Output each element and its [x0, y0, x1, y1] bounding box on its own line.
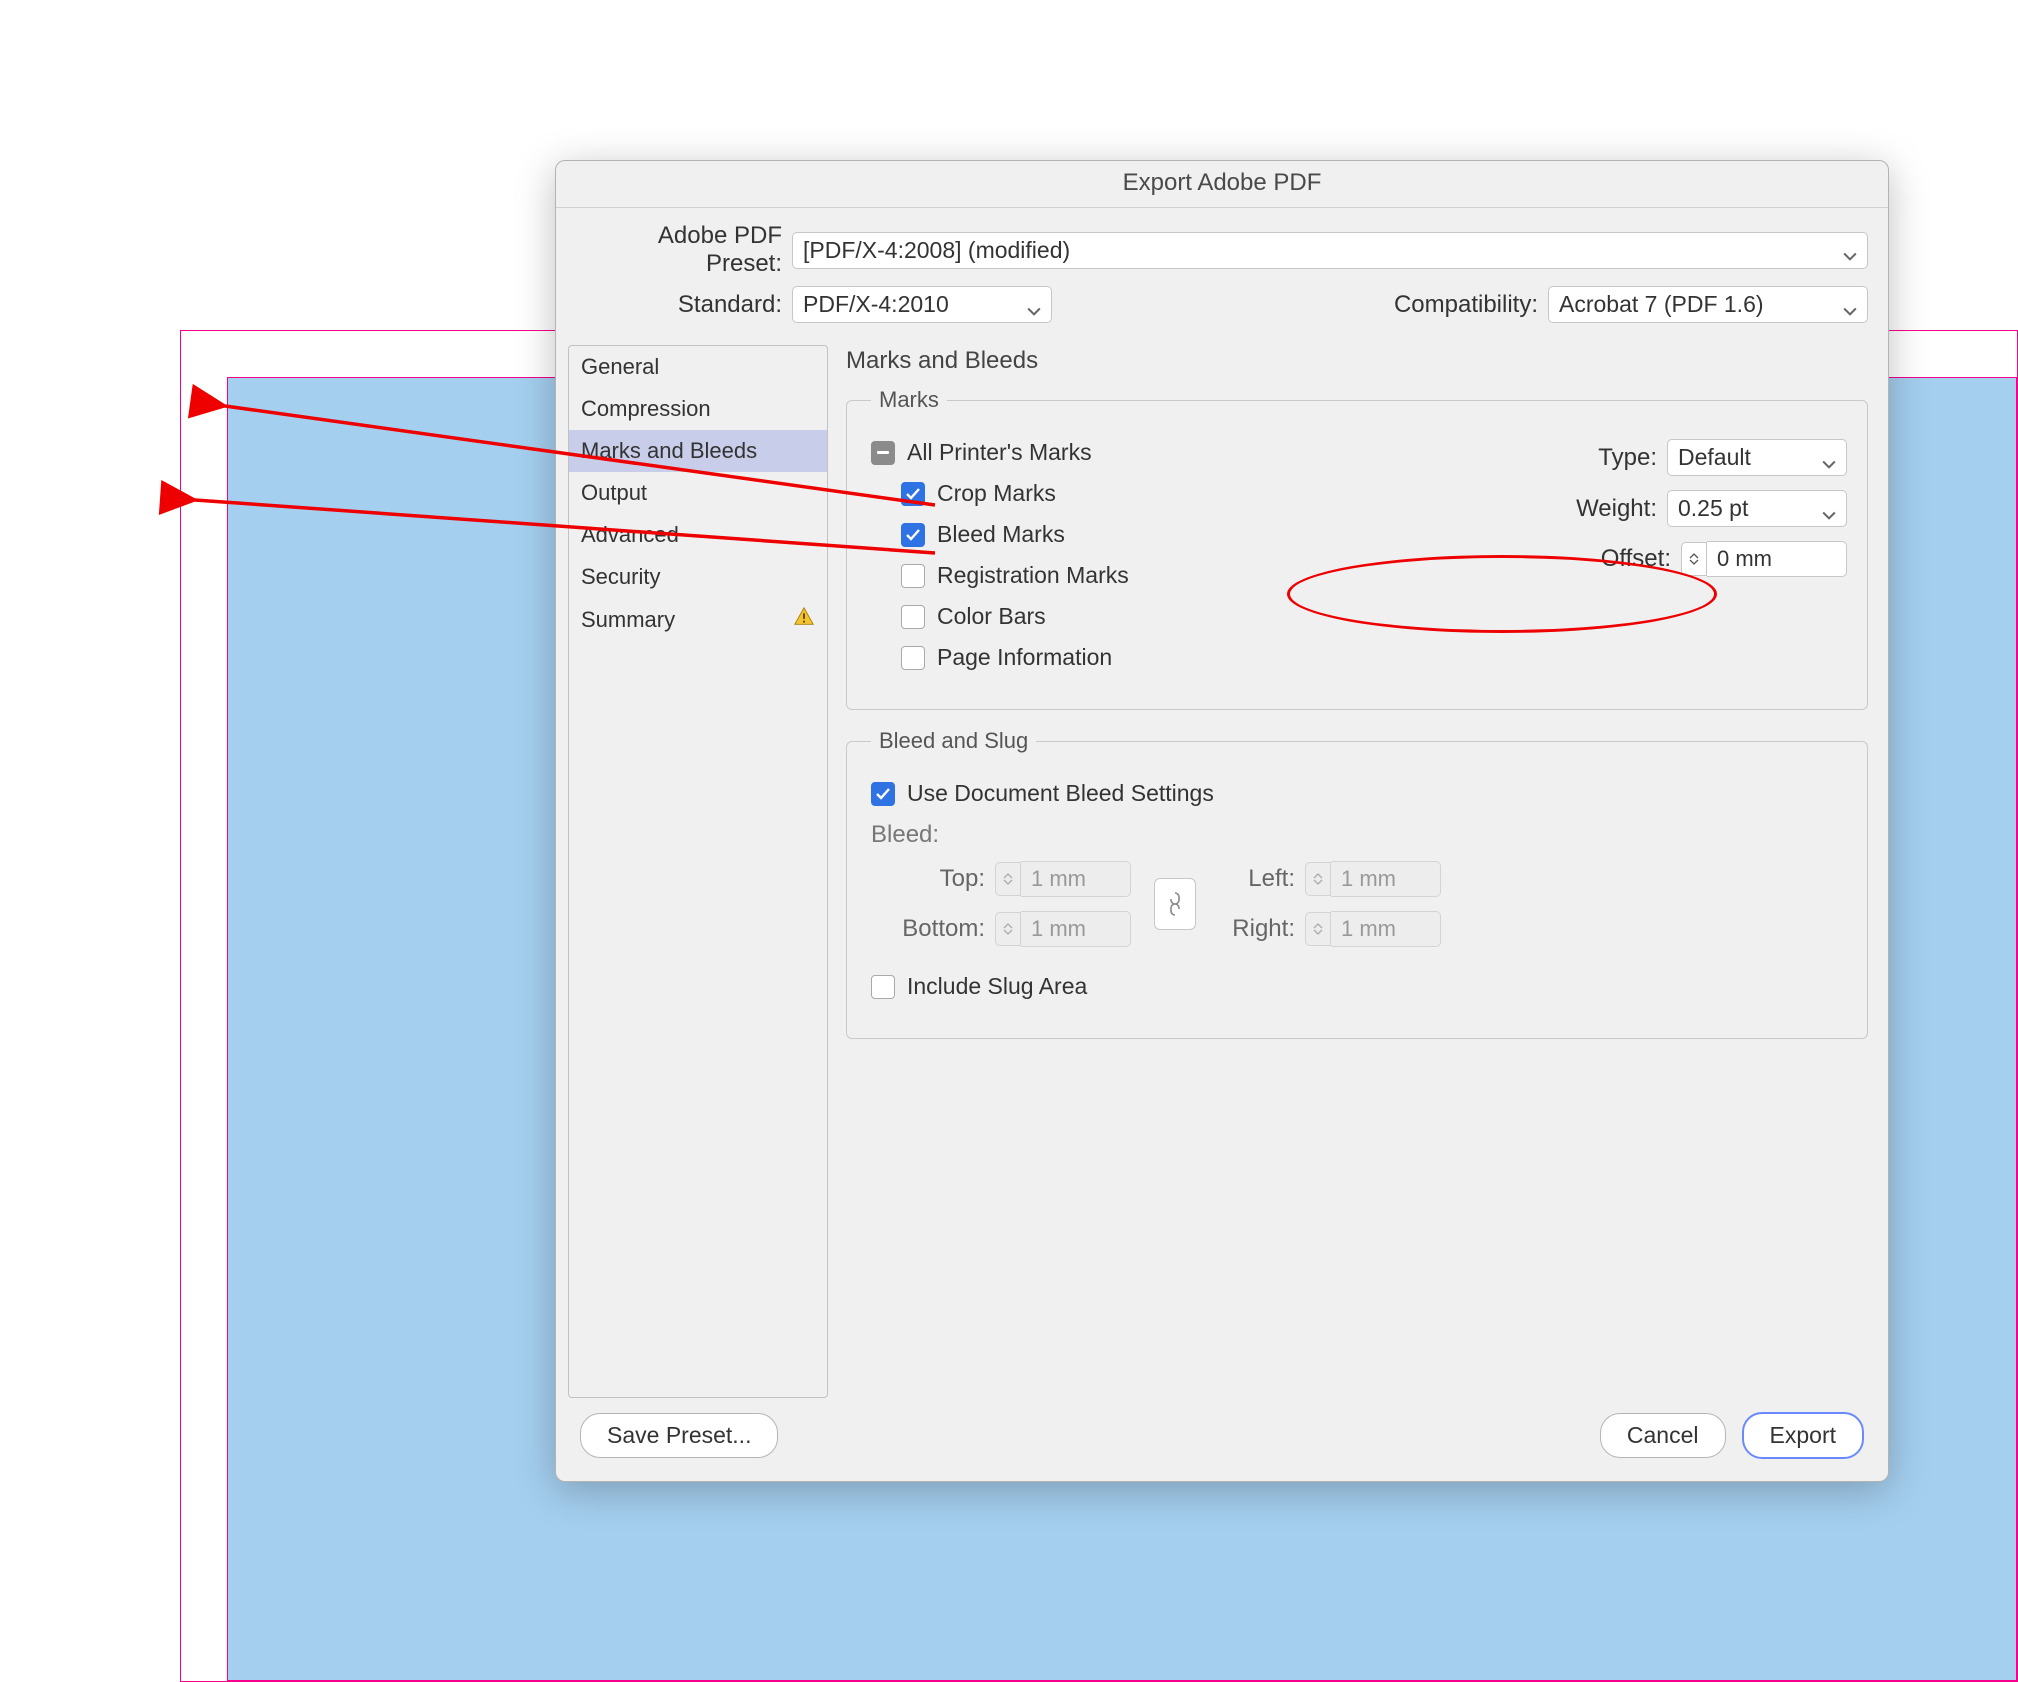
- category-sidebar: General Compression Marks and Bleeds Out…: [568, 345, 828, 1398]
- marks-legend: Marks: [871, 387, 947, 413]
- sidebar-item-label: Compression: [581, 396, 711, 422]
- color-bars-label: Color Bars: [937, 603, 1046, 630]
- bleed-top-stepper: 1 mm: [995, 861, 1145, 897]
- crop-marks-checkbox[interactable]: [901, 482, 925, 506]
- bleed-bottom-stepper: 1 mm: [995, 911, 1145, 947]
- sidebar-item-security[interactable]: Security: [569, 556, 827, 598]
- compat-dropdown[interactable]: Acrobat 7 (PDF 1.6): [1548, 286, 1868, 323]
- chevron-down-icon: [1027, 298, 1041, 312]
- sidebar-item-marks-bleeds[interactable]: Marks and Bleeds: [569, 430, 827, 472]
- save-preset-button[interactable]: Save Preset...: [580, 1413, 778, 1458]
- crop-marks-label: Crop Marks: [937, 480, 1056, 507]
- preset-dropdown[interactable]: [PDF/X-4:2008] (modified): [792, 232, 1868, 269]
- bleed-bottom-value: 1 mm: [1021, 911, 1131, 947]
- stepper-arrows-icon: [1305, 912, 1331, 946]
- bleed-link-toggle: [1145, 878, 1205, 930]
- weight-value: 0.25 pt: [1678, 495, 1748, 522]
- bleed-marks-label: Bleed Marks: [937, 521, 1065, 548]
- bleed-right-label: Right:: [1205, 915, 1305, 943]
- sidebar-item-label: Marks and Bleeds: [581, 438, 757, 464]
- cancel-button[interactable]: Cancel: [1600, 1413, 1726, 1458]
- dialog-footer: Save Preset... Cancel Export: [556, 1398, 1888, 1481]
- export-button[interactable]: Export: [1742, 1412, 1864, 1459]
- compat-label: Compatibility:: [1394, 291, 1538, 319]
- bleed-slug-group: Bleed and Slug Use Document Bleed Settin…: [846, 728, 1868, 1039]
- sidebar-item-summary[interactable]: Summary: [569, 598, 827, 642]
- bleed-heading: Bleed:: [871, 821, 1847, 849]
- all-printer-marks-checkbox[interactable]: [871, 441, 895, 465]
- bleed-right-value: 1 mm: [1331, 911, 1441, 947]
- sidebar-item-compression[interactable]: Compression: [569, 388, 827, 430]
- type-label: Type:: [1598, 444, 1657, 472]
- compat-value: Acrobat 7 (PDF 1.6): [1559, 291, 1764, 318]
- bleed-top-label: Top:: [875, 865, 995, 893]
- weight-label: Weight:: [1576, 495, 1657, 523]
- chevron-down-icon: [1843, 243, 1857, 257]
- export-pdf-dialog: Export Adobe PDF Adobe PDF Preset: [PDF/…: [555, 160, 1889, 1482]
- panel-title: Marks and Bleeds: [846, 347, 1868, 375]
- type-value: Default: [1678, 444, 1751, 471]
- registration-marks-label: Registration Marks: [937, 562, 1129, 589]
- marks-group: Marks All Printer's Marks Crop Marks: [846, 387, 1868, 710]
- stepper-arrows-icon: [995, 862, 1021, 896]
- dialog-title: Export Adobe PDF: [556, 161, 1888, 208]
- page-info-checkbox[interactable]: [901, 646, 925, 670]
- bleed-bottom-label: Bottom:: [875, 915, 995, 943]
- bleed-right-stepper: 1 mm: [1305, 911, 1455, 947]
- bleed-left-value: 1 mm: [1331, 861, 1441, 897]
- marks-and-bleeds-panel: Marks and Bleeds Marks All Printer's Mar…: [846, 345, 1868, 1398]
- sidebar-item-general[interactable]: General: [569, 346, 827, 388]
- preset-value: [PDF/X-4:2008] (modified): [803, 237, 1070, 264]
- standard-dropdown[interactable]: PDF/X-4:2010: [792, 286, 1052, 323]
- bleed-top-value: 1 mm: [1021, 861, 1131, 897]
- sidebar-item-label: Output: [581, 480, 647, 506]
- warning-icon: [793, 606, 815, 634]
- registration-marks-checkbox[interactable]: [901, 564, 925, 588]
- dialog-top-fields: Adobe PDF Preset: [PDF/X-4:2008] (modifi…: [556, 208, 1888, 341]
- use-doc-bleed-checkbox[interactable]: [871, 782, 895, 806]
- link-icon: [1165, 890, 1185, 918]
- bleed-slug-legend: Bleed and Slug: [871, 728, 1036, 754]
- type-dropdown[interactable]: Default: [1667, 439, 1847, 476]
- sidebar-item-label: Summary: [581, 607, 675, 633]
- sidebar-item-label: Advanced: [581, 522, 679, 548]
- bleed-marks-checkbox[interactable]: [901, 523, 925, 547]
- bleed-left-stepper: 1 mm: [1305, 861, 1455, 897]
- color-bars-checkbox[interactable]: [901, 605, 925, 629]
- offset-value[interactable]: 0 mm: [1707, 541, 1847, 577]
- chevron-down-icon: [1822, 451, 1836, 465]
- sidebar-item-label: General: [581, 354, 659, 380]
- sidebar-item-label: Security: [581, 564, 660, 590]
- chevron-down-icon: [1843, 298, 1857, 312]
- sidebar-item-output[interactable]: Output: [569, 472, 827, 514]
- standard-label: Standard:: [576, 291, 782, 319]
- offset-stepper[interactable]: 0 mm: [1681, 541, 1847, 577]
- annotation-ellipse: [1287, 555, 1717, 633]
- bleed-left-label: Left:: [1205, 865, 1305, 893]
- include-slug-checkbox[interactable]: [871, 975, 895, 999]
- sidebar-item-advanced[interactable]: Advanced: [569, 514, 827, 556]
- page-info-label: Page Information: [937, 644, 1112, 671]
- stepper-arrows-icon: [1305, 862, 1331, 896]
- all-printer-marks-label: All Printer's Marks: [907, 439, 1092, 466]
- stepper-arrows-icon: [995, 912, 1021, 946]
- preset-label: Adobe PDF Preset:: [576, 222, 782, 278]
- stepper-arrows-icon[interactable]: [1681, 542, 1707, 576]
- use-doc-bleed-label: Use Document Bleed Settings: [907, 780, 1214, 807]
- include-slug-label: Include Slug Area: [907, 973, 1087, 1000]
- weight-dropdown[interactable]: 0.25 pt: [1667, 490, 1847, 527]
- chevron-down-icon: [1822, 502, 1836, 516]
- standard-value: PDF/X-4:2010: [803, 291, 949, 318]
